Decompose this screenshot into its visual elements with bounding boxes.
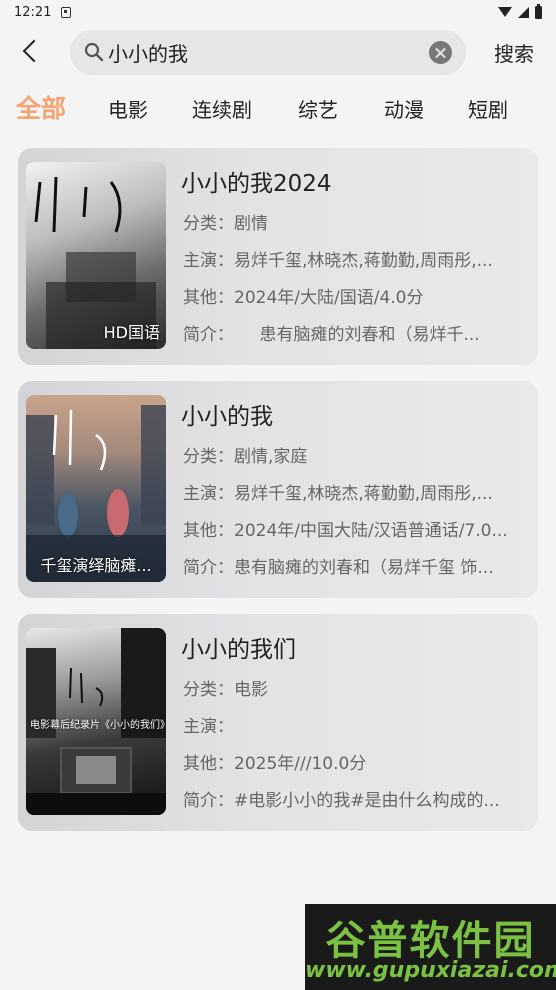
cast-field: 主演：易烊千玺,林晓杰,蒋勤勤,周雨彤,...	[183, 246, 528, 271]
poster-caption: 千玺演绎脑瘫...	[40, 556, 152, 575]
other-field: 其他：2024年/中国大陆/汉语普通话/7.0...	[183, 516, 528, 541]
intro-label: 简介：	[183, 791, 234, 811]
category-field: 分类：电影	[183, 675, 528, 700]
result-title: 小小的我	[181, 404, 273, 430]
intro-value: #电影小小的我#是由什么构成的...	[234, 791, 500, 811]
poster-caption: HD国语	[103, 323, 160, 342]
status-bar: 12:21	[0, 0, 556, 24]
poster-caption: 电影幕后纪录片《小小的我们》	[30, 720, 166, 731]
search-icon	[84, 42, 104, 62]
category-value: 电影	[234, 680, 268, 700]
category-tabs: 全部 电影 连续剧 综艺 动漫 短剧	[0, 86, 556, 126]
cast-label: 主演：	[183, 251, 234, 271]
wifi-icon	[498, 7, 512, 17]
category-field: 分类：剧情	[183, 209, 528, 234]
back-arrow-icon[interactable]	[18, 38, 46, 66]
cast-label: 主演：	[183, 484, 234, 504]
category-field: 分类：剧情,家庭	[183, 442, 528, 467]
result-title: 小小的我们	[181, 637, 296, 663]
intro-label: 简介：	[183, 325, 226, 345]
intro-value: 患有脑瘫的刘春和（易烊千玺 饰...	[234, 558, 494, 578]
watermark-logo: 谷普软件园 www.gupuxiazai.com	[305, 904, 556, 990]
cast-value: 易烊千玺,林晓杰,蒋勤勤,周雨彤,...	[234, 251, 493, 271]
cast-value: 易烊千玺,林晓杰,蒋勤勤,周雨彤,...	[234, 484, 493, 504]
search-box[interactable]	[70, 30, 466, 75]
tab-short-drama[interactable]: 短剧	[468, 94, 508, 123]
other-value: 2024年/中国大陆/汉语普通话/7.0...	[234, 521, 508, 541]
intro-field: 简介：#电影小小的我#是由什么构成的...	[183, 786, 528, 811]
tab-movie[interactable]: 电影	[108, 94, 148, 123]
search-button[interactable]: 搜索	[494, 38, 534, 67]
status-time: 12:21	[14, 4, 52, 20]
cast-field: 主演：易烊千玺,林晓杰,蒋勤勤,周雨彤,...	[183, 479, 528, 504]
search-header: 搜索	[0, 28, 556, 78]
cast-label: 主演：	[183, 717, 234, 737]
notification-icon	[61, 6, 72, 18]
category-value: 剧情	[234, 214, 268, 234]
intro-label: 简介：	[183, 558, 234, 578]
signal-icon	[518, 6, 529, 18]
search-input[interactable]	[108, 30, 418, 75]
battery-icon	[535, 3, 542, 19]
intro-field: 简介： 患有脑瘫的刘春和（易烊千...	[183, 320, 528, 345]
result-card[interactable]: 电影幕后纪录片《小小的我们》 小小的我们 分类：电影 主演： 其他：2025年/…	[18, 614, 538, 831]
tab-series[interactable]: 连续剧	[192, 94, 252, 123]
result-title: 小小的我2024	[181, 171, 332, 197]
result-card[interactable]: HD国语 小小的我2024 分类：剧情 主演：易烊千玺,林晓杰,蒋勤勤,周雨彤,…	[18, 148, 538, 365]
other-field: 其他：2024年/大陆/国语/4.0分	[183, 283, 528, 308]
intro-value: 患有脑瘫的刘春和（易烊千...	[225, 325, 480, 345]
poster-image: 电影幕后纪录片《小小的我们》	[26, 628, 166, 815]
other-value: 2024年/大陆/国语/4.0分	[234, 288, 424, 308]
tab-variety[interactable]: 综艺	[298, 94, 338, 123]
poster-image: HD国语	[26, 162, 166, 349]
tab-anime[interactable]: 动漫	[384, 94, 424, 123]
category-label: 分类：	[183, 447, 234, 467]
category-label: 分类：	[183, 680, 234, 700]
other-value: 2025年///10.0分	[234, 754, 367, 774]
result-card[interactable]: 千玺演绎脑瘫... 小小的我 分类：剧情,家庭 主演：易烊千玺,林晓杰,蒋勤勤,…	[18, 381, 538, 598]
category-label: 分类：	[183, 214, 234, 234]
other-label: 其他：	[183, 521, 234, 541]
other-label: 其他：	[183, 288, 234, 308]
other-label: 其他：	[183, 754, 234, 774]
intro-field: 简介：患有脑瘫的刘春和（易烊千玺 饰...	[183, 553, 528, 578]
tab-all[interactable]: 全部	[16, 89, 66, 125]
clear-search-icon[interactable]	[429, 41, 452, 64]
cast-field: 主演：	[183, 712, 528, 737]
other-field: 其他：2025年///10.0分	[183, 749, 528, 774]
poster-image: 千玺演绎脑瘫...	[26, 395, 166, 582]
category-value: 剧情,家庭	[234, 447, 308, 467]
watermark-url: www.gupuxiazai.com	[305, 958, 556, 983]
